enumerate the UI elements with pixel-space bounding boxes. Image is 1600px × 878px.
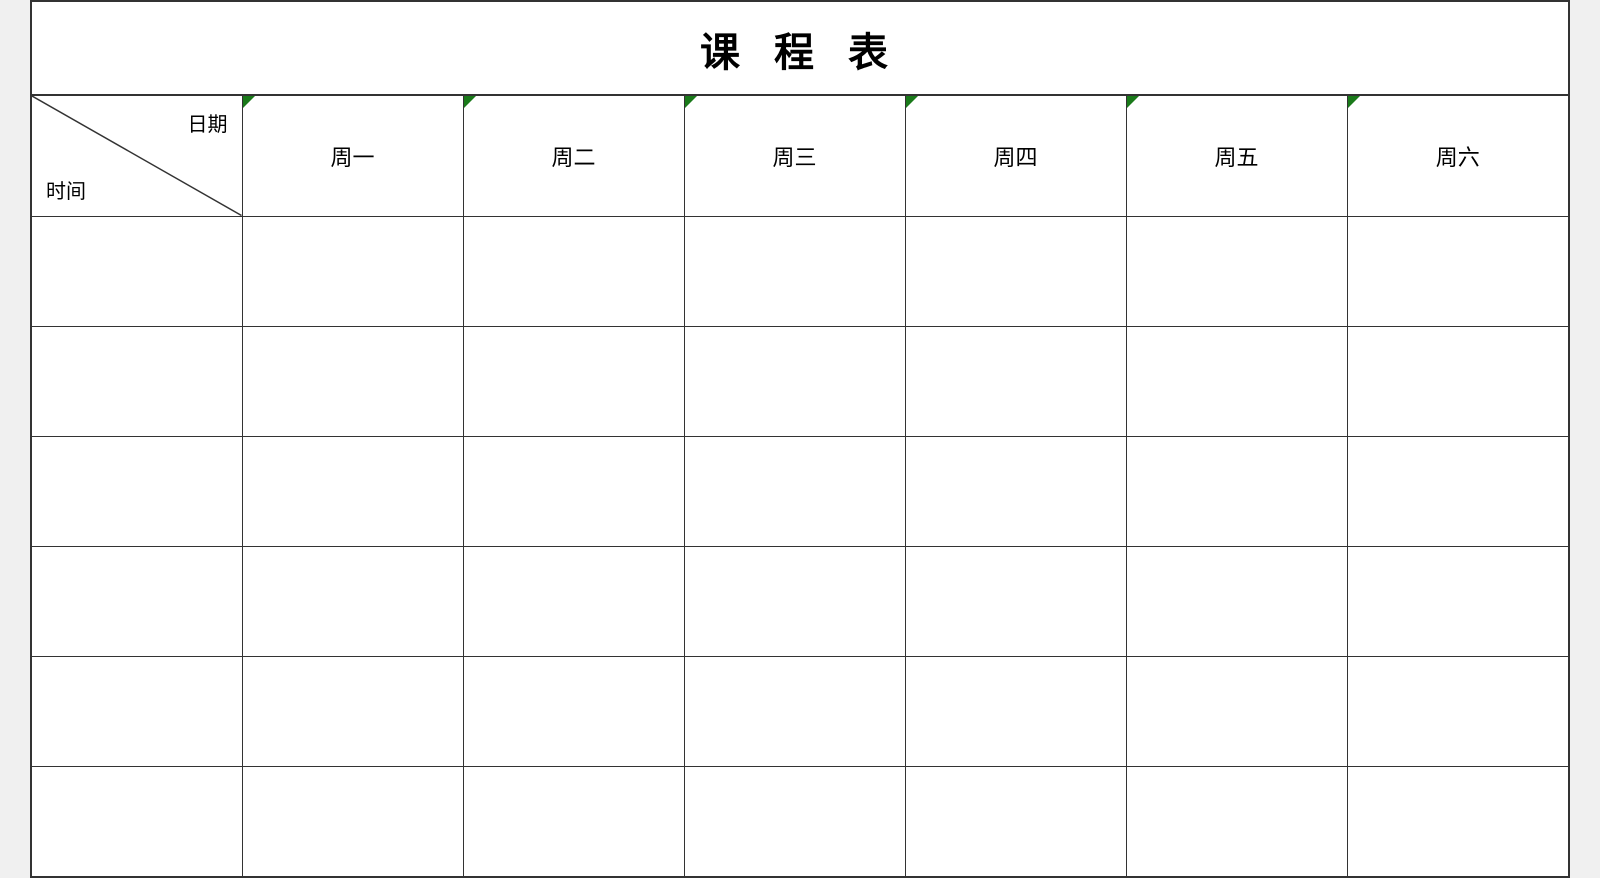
cell-3-3[interactable] (684, 436, 905, 546)
table-row (32, 216, 1568, 326)
cell-6-4[interactable] (905, 766, 1126, 876)
table-row (32, 326, 1568, 436)
table-row (32, 656, 1568, 766)
corner-cell: 时间 日期 (32, 96, 242, 216)
cell-1-3[interactable] (684, 216, 905, 326)
header-day-2: 周二 (463, 96, 684, 216)
cell-4-6[interactable] (1347, 546, 1568, 656)
table-row (32, 766, 1568, 876)
cell-6-3[interactable] (684, 766, 905, 876)
time-slot-1[interactable] (32, 216, 242, 326)
cell-1-1[interactable] (242, 216, 463, 326)
table-row (32, 546, 1568, 656)
cell-1-4[interactable] (905, 216, 1126, 326)
cell-4-1[interactable] (242, 546, 463, 656)
schedule-table: 时间 日期 周一 周二 周三 周四 周五 (32, 96, 1568, 876)
cell-4-2[interactable] (463, 546, 684, 656)
date-label: 日期 (188, 108, 228, 137)
header-row: 时间 日期 周一 周二 周三 周四 周五 (32, 96, 1568, 216)
time-slot-4[interactable] (32, 546, 242, 656)
cell-1-5[interactable] (1126, 216, 1347, 326)
cell-1-6[interactable] (1347, 216, 1568, 326)
cell-1-2[interactable] (463, 216, 684, 326)
header-day-6: 周六 (1347, 96, 1568, 216)
cell-4-5[interactable] (1126, 546, 1347, 656)
cell-5-2[interactable] (463, 656, 684, 766)
cell-4-3[interactable] (684, 546, 905, 656)
time-slot-2[interactable] (32, 326, 242, 436)
cell-6-6[interactable] (1347, 766, 1568, 876)
header-day-3: 周三 (684, 96, 905, 216)
table-row (32, 436, 1568, 546)
cell-5-5[interactable] (1126, 656, 1347, 766)
schedule-title: 课 程 表 (32, 2, 1568, 96)
cell-2-6[interactable] (1347, 326, 1568, 436)
cell-2-1[interactable] (242, 326, 463, 436)
cell-5-6[interactable] (1347, 656, 1568, 766)
time-label: 时间 (46, 175, 86, 204)
time-slot-6[interactable] (32, 766, 242, 876)
cell-3-6[interactable] (1347, 436, 1568, 546)
header-day-5: 周五 (1126, 96, 1347, 216)
time-slot-3[interactable] (32, 436, 242, 546)
cell-3-5[interactable] (1126, 436, 1347, 546)
cell-3-2[interactable] (463, 436, 684, 546)
header-day-4: 周四 (905, 96, 1126, 216)
cell-5-1[interactable] (242, 656, 463, 766)
header-day-1: 周一 (242, 96, 463, 216)
cell-3-1[interactable] (242, 436, 463, 546)
cell-6-2[interactable] (463, 766, 684, 876)
cell-5-4[interactable] (905, 656, 1126, 766)
cell-4-4[interactable] (905, 546, 1126, 656)
cell-2-5[interactable] (1126, 326, 1347, 436)
cell-2-2[interactable] (463, 326, 684, 436)
cell-5-3[interactable] (684, 656, 905, 766)
cell-3-4[interactable] (905, 436, 1126, 546)
time-slot-5[interactable] (32, 656, 242, 766)
schedule-container: 课 程 表 时间 日期 (30, 0, 1570, 878)
cell-6-1[interactable] (242, 766, 463, 876)
cell-6-5[interactable] (1126, 766, 1347, 876)
cell-2-3[interactable] (684, 326, 905, 436)
cell-2-4[interactable] (905, 326, 1126, 436)
